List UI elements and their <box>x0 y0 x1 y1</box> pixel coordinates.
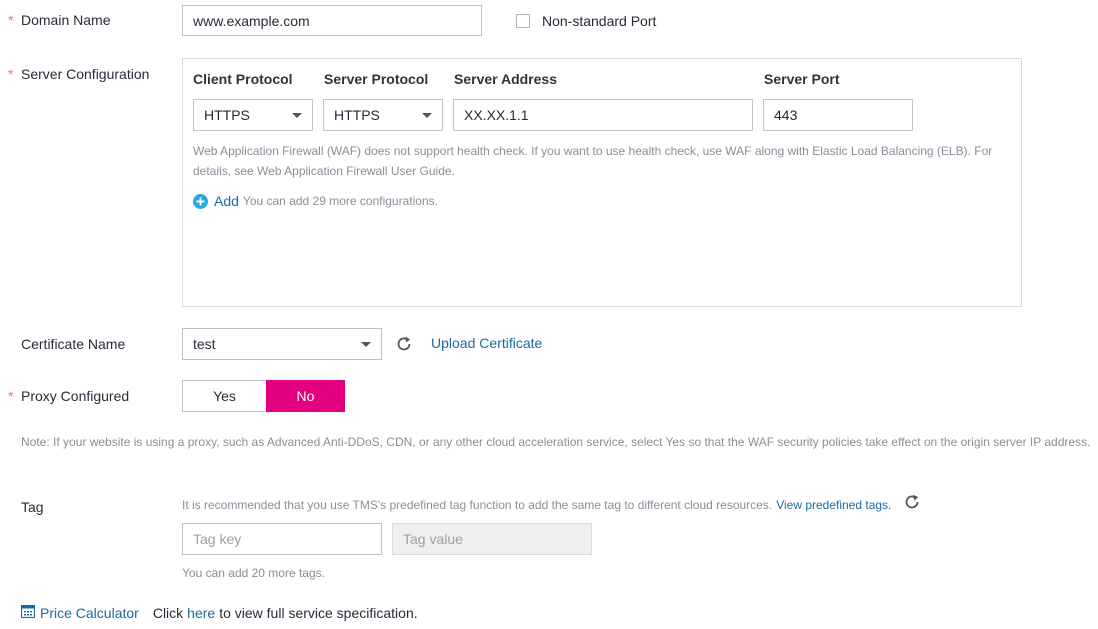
tag-remaining-hint: You can add 20 more tags. <box>182 566 325 580</box>
price-calculator-link[interactable]: Price Calculator <box>40 605 139 621</box>
health-check-note-line1: Web Application Firewall (WAF) does not … <box>193 144 993 158</box>
add-config-label: Add <box>214 193 239 209</box>
server-config-panel: Client Protocol Server Protocol Server A… <box>182 58 1022 307</box>
client-protocol-select[interactable]: HTTPS <box>193 99 313 131</box>
certificate-name-label: Certificate Name <box>21 336 126 352</box>
server-protocol-header: Server Protocol <box>324 71 429 87</box>
server-port-header: Server Port <box>764 71 840 87</box>
non-standard-port-label: Non-standard Port <box>542 13 657 29</box>
refresh-icon[interactable] <box>395 335 413 353</box>
tag-value-placeholder: Tag value <box>403 531 463 547</box>
server-address-input[interactable]: XX.XX.1.1 <box>453 99 753 131</box>
server-address-value: XX.XX.1.1 <box>464 107 529 123</box>
tag-key-placeholder: Tag key <box>193 531 242 547</box>
tag-hint-row: It is recommended that you use TMS's pre… <box>182 493 921 516</box>
view-predefined-tags-link[interactable]: View predefined tags. <box>776 498 891 512</box>
server-port-input[interactable]: 443 <box>763 99 913 131</box>
server-port-value: 443 <box>774 107 798 123</box>
server-protocol-value: HTTPS <box>334 107 380 123</box>
service-spec-text: to view full service specification. <box>219 605 418 621</box>
required-asterisk: * <box>8 388 14 404</box>
client-protocol-header: Client Protocol <box>193 71 293 87</box>
proxy-configured-label: Proxy Configured <box>21 388 130 404</box>
tag-label: Tag <box>21 499 44 515</box>
server-config-label: Server Configuration <box>21 66 150 82</box>
proxy-no-button[interactable]: No <box>266 380 345 412</box>
proxy-no-label: No <box>296 388 315 404</box>
tag-key-input[interactable]: Tag key <box>182 523 382 555</box>
domain-name-label: Domain Name <box>21 12 111 28</box>
tag-hint: It is recommended that you use TMS's pre… <box>182 497 773 512</box>
chevron-down-icon <box>422 113 432 118</box>
add-config-row: Add You can add 29 more configurations. <box>193 193 438 209</box>
domain-name-value: www.example.com <box>193 12 310 29</box>
client-protocol-value: HTTPS <box>204 107 250 123</box>
refresh-icon[interactable] <box>903 493 921 516</box>
add-config-button[interactable]: Add <box>193 193 243 209</box>
proxy-yes-label: Yes <box>213 388 236 404</box>
server-address-header: Server Address <box>454 71 557 87</box>
plus-circle-icon <box>193 193 208 209</box>
required-asterisk: * <box>8 12 14 28</box>
tag-value-input[interactable]: Tag value <box>392 523 592 555</box>
here-link[interactable]: here <box>187 605 215 621</box>
server-protocol-select[interactable]: HTTPS <box>323 99 443 131</box>
chevron-down-icon <box>361 342 371 347</box>
certificate-select[interactable]: test <box>182 328 382 360</box>
upload-certificate-link[interactable]: Upload Certificate <box>431 335 542 351</box>
price-calculator-row: Price Calculator Click here to view full… <box>20 604 418 621</box>
domain-name-input[interactable]: www.example.com <box>182 5 482 36</box>
required-asterisk: * <box>8 66 14 82</box>
non-standard-port-checkbox[interactable] <box>516 14 530 28</box>
add-config-hint: You can add 29 more configurations. <box>242 194 438 208</box>
proxy-note: Note: If your website is using a proxy, … <box>21 435 1091 449</box>
click-text: Click <box>152 605 184 621</box>
certificate-value: test <box>193 336 216 352</box>
calculator-icon <box>20 604 36 621</box>
chevron-down-icon <box>292 113 302 118</box>
proxy-yes-button[interactable]: Yes <box>182 380 266 412</box>
health-check-note-line2: details, see Web Application Firewall Us… <box>193 164 455 178</box>
